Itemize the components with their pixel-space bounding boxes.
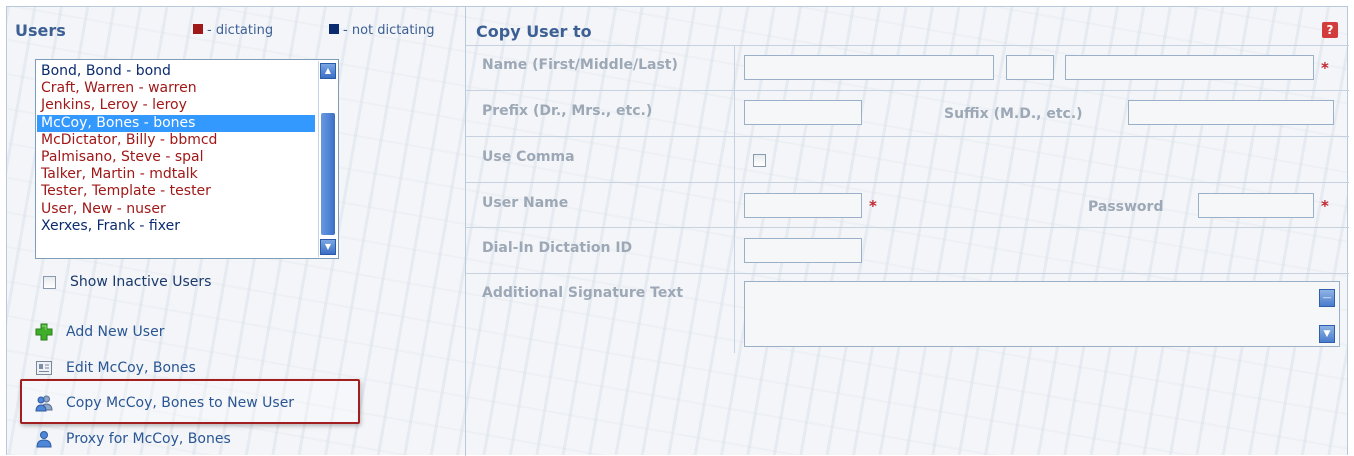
signature-scroll-up-button[interactable]: —	[1319, 289, 1335, 307]
edit-user-link[interactable]: Edit McCoy, Bones	[35, 359, 196, 377]
last-name-input[interactable]	[1065, 55, 1314, 80]
form-top-border	[466, 45, 1349, 46]
add-plus-icon	[35, 323, 53, 341]
users-list-scrollbar[interactable]: ▲ ▼	[318, 61, 337, 257]
use-comma-label: Use Comma	[482, 149, 575, 165]
signature-textarea[interactable]: — ▼	[744, 281, 1340, 347]
user-name-input[interactable]	[744, 193, 862, 218]
form-label-column-divider	[734, 45, 735, 353]
dial-in-id-input[interactable]	[744, 238, 862, 263]
copy-user-panel: Copy User to ? Name (First/Middle/Last) …	[466, 7, 1349, 456]
password-input[interactable]	[1198, 193, 1314, 218]
show-inactive-checkbox[interactable]	[43, 275, 56, 289]
user-list-item[interactable]: User, New - nuser	[37, 201, 315, 218]
password-label: Password	[1088, 199, 1164, 215]
user-list-item[interactable]: McDictator, Billy - bbmcd	[37, 132, 315, 149]
user-name-label: User Name	[482, 195, 569, 211]
main-frame: Users - dictating - not dictating Bond, …	[6, 6, 1349, 456]
user-list-item[interactable]: Jenkins, Leroy - leroy	[37, 97, 315, 114]
row-divider	[466, 227, 1349, 228]
prefix-label: Prefix (Dr., Mrs., etc.)	[482, 103, 653, 119]
user-list-item[interactable]: McCoy, Bones - bones	[37, 114, 315, 132]
scroll-up-button[interactable]: ▲	[320, 63, 336, 79]
copy-user-label: Copy McCoy, Bones to New User	[66, 395, 295, 411]
user-list-item[interactable]: Palmisano, Steve - spal	[37, 149, 315, 166]
user-list-item[interactable]: Bond, Bond - bond	[37, 63, 315, 80]
legend-not-dictating-label: - not dictating	[343, 23, 435, 38]
user-name-required-mark: *	[869, 197, 877, 215]
dial-in-id-label: Dial-In Dictation ID	[482, 240, 633, 256]
copy-user-link[interactable]: Copy McCoy, Bones to New User	[35, 394, 294, 412]
name-label: Name (First/Middle/Last)	[482, 57, 678, 73]
copy-users-icon	[35, 394, 53, 412]
legend-not-dictating: - not dictating	[329, 23, 435, 38]
middle-name-input[interactable]	[1006, 55, 1054, 80]
suffix-input[interactable]	[1128, 100, 1334, 125]
scroll-down-button[interactable]: ▼	[320, 239, 336, 255]
row-divider	[466, 90, 1349, 91]
proxy-user-icon	[35, 430, 53, 448]
legend-dictating-swatch	[193, 24, 203, 34]
proxy-user-label: Proxy for McCoy, Bones	[66, 431, 231, 447]
user-list-item[interactable]: Talker, Martin - mdtalk	[37, 166, 315, 183]
signature-scroll-down-button[interactable]: ▼	[1319, 325, 1335, 343]
name-required-mark: *	[1321, 59, 1329, 77]
row-divider	[466, 136, 1349, 137]
users-listbox[interactable]: Bond, Bond - bond Craft, Warren - warren J…	[35, 59, 339, 259]
legend-not-dictating-swatch	[329, 24, 339, 34]
password-required-mark: *	[1321, 197, 1329, 215]
edit-user-label: Edit McCoy, Bones	[66, 360, 196, 376]
prefix-input[interactable]	[744, 100, 862, 125]
user-list-item[interactable]: Xerxes, Frank - fixer	[37, 218, 315, 235]
show-inactive-label[interactable]: Show Inactive Users	[70, 274, 211, 290]
legend-dictating: - dictating	[193, 23, 273, 38]
add-new-user-label: Add New User	[66, 324, 165, 340]
help-icon[interactable]: ?	[1322, 22, 1338, 38]
show-inactive-row: Show Inactive Users	[43, 274, 211, 290]
row-divider	[466, 182, 1349, 183]
user-list-item[interactable]: Tester, Template - tester	[37, 183, 315, 200]
first-name-input[interactable]	[744, 55, 994, 80]
users-panel: Users - dictating - not dictating Bond, …	[7, 7, 465, 456]
copy-user-title: Copy User to	[476, 22, 592, 41]
add-new-user-link[interactable]: Add New User	[35, 323, 164, 341]
users-list-items: Bond, Bond - bond Craft, Warren - warren J…	[37, 63, 315, 235]
user-list-item[interactable]: Craft, Warren - warren	[37, 80, 315, 97]
row-divider	[466, 273, 1349, 274]
scroll-thumb[interactable]	[321, 113, 335, 235]
legend-dictating-label: - dictating	[207, 23, 274, 38]
signature-text-label: Additional Signature Text	[482, 285, 684, 301]
proxy-user-link[interactable]: Proxy for McCoy, Bones	[35, 430, 231, 448]
use-comma-checkbox[interactable]	[753, 154, 766, 167]
suffix-label: Suffix (M.D., etc.)	[944, 106, 1083, 122]
edit-user-card-icon	[35, 359, 53, 377]
users-title: Users	[15, 21, 66, 40]
